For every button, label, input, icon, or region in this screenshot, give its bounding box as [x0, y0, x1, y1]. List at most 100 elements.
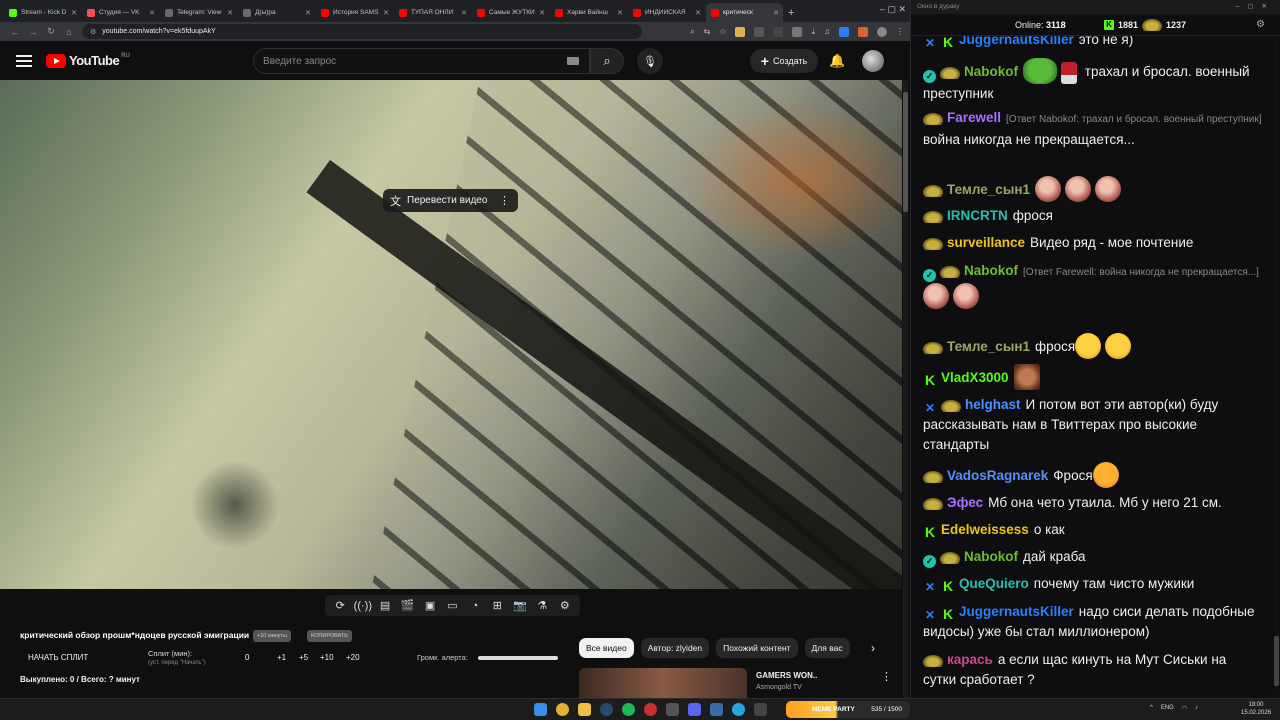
- chat-username[interactable]: Nabokof: [964, 549, 1018, 564]
- chat-scrollbar[interactable]: [1274, 36, 1279, 690]
- chat-username[interactable]: Nabokof: [964, 263, 1018, 278]
- scrollbar-thumb[interactable]: [1274, 636, 1279, 686]
- reload-icon[interactable]: ↻: [42, 26, 60, 37]
- menu-icon[interactable]: ⋮: [896, 27, 904, 36]
- settings-gear-icon[interactable]: ⚙: [556, 599, 574, 612]
- chat-username[interactable]: Эфес: [947, 495, 983, 510]
- telegram-icon[interactable]: [732, 703, 745, 716]
- close-icon[interactable]: ✕: [539, 9, 545, 17]
- translate-video-button[interactable]: 文 Перевести видео ⋮: [383, 189, 518, 212]
- copy-chip[interactable]: КОПИРОВАТЬ: [307, 630, 352, 642]
- download-icon[interactable]: ⤓: [811, 27, 815, 37]
- start-split-button[interactable]: НАЧАТЬ СПЛИТ: [28, 653, 88, 662]
- chat-username[interactable]: Темле_сын1: [947, 339, 1030, 354]
- back-icon[interactable]: ←: [6, 27, 24, 37]
- add-minutes-chip[interactable]: +10 минуты: [253, 630, 291, 642]
- recommended-channel[interactable]: Asmongold TV: [756, 684, 802, 691]
- create-button[interactable]: + Создать: [750, 49, 818, 73]
- translate-page-icon[interactable]: ⇆: [704, 27, 711, 36]
- search-input[interactable]: Введите запрос: [253, 48, 590, 74]
- browser-tab[interactable]: Харви Вайнш ✕: [550, 3, 627, 22]
- close-icon[interactable]: ✕: [149, 9, 155, 17]
- steam-icon[interactable]: [600, 703, 613, 716]
- close-icon[interactable]: ✕: [383, 9, 389, 17]
- chat-username[interactable]: Темле_сын1: [947, 182, 1030, 197]
- close-icon[interactable]: ✕: [227, 9, 233, 17]
- close-icon[interactable]: ✕: [461, 9, 467, 17]
- notifications-bell-icon[interactable]: 🔔: [829, 53, 845, 69]
- media-icon[interactable]: ♫: [824, 27, 830, 36]
- chat-username[interactable]: JuggernautsKiller: [959, 604, 1074, 619]
- subscriptions-icon[interactable]: ▤: [376, 599, 394, 612]
- spotify-icon[interactable]: [622, 703, 635, 716]
- chat-username[interactable]: Farewell: [947, 110, 1001, 125]
- chat-username[interactable]: surveillance: [947, 235, 1025, 250]
- split-option[interactable]: +20: [346, 653, 360, 662]
- youtube-logo[interactable]: YouTube RU: [46, 53, 130, 68]
- browser-tab[interactable]: Студия — VK ✕: [82, 3, 159, 22]
- browser-tab-active[interactable]: критическ ✕: [706, 3, 783, 22]
- chat-username[interactable]: VadosRagnarek: [947, 468, 1048, 483]
- chat-username[interactable]: IRNCRTN: [947, 208, 1008, 223]
- chevron-up-icon[interactable]: ^: [1150, 705, 1153, 712]
- explorer-icon[interactable]: [578, 703, 591, 716]
- scrollbar-thumb[interactable]: [903, 92, 908, 212]
- chat-username[interactable]: helghast: [965, 397, 1021, 412]
- search-button[interactable]: ⌕: [590, 48, 624, 74]
- split-option[interactable]: 0: [245, 653, 249, 662]
- browser-tab[interactable]: Telegram: View ✕: [160, 3, 237, 22]
- video-player[interactable]: 文 Перевести видео ⋮: [0, 80, 902, 589]
- browser-tab[interactable]: Д(ы)ра ✕: [238, 3, 315, 22]
- new-tab-button[interactable]: +: [788, 7, 794, 19]
- chat-username[interactable]: VladX3000: [941, 370, 1009, 385]
- settings-gear-icon[interactable]: ⚙: [1256, 19, 1265, 30]
- chat-username[interactable]: карась: [947, 652, 993, 667]
- profile-icon[interactable]: [877, 26, 887, 37]
- chat-username[interactable]: QueQuiero: [959, 576, 1029, 591]
- windows-start-icon[interactable]: [534, 703, 547, 716]
- chat-username[interactable]: Edelweissess: [941, 522, 1029, 537]
- extension-icon[interactable]: [792, 26, 803, 37]
- browser-tab[interactable]: История SAMS ✕: [316, 3, 393, 22]
- media-player-icon[interactable]: [710, 703, 723, 716]
- split-option[interactable]: +10: [320, 653, 334, 662]
- close-icon[interactable]: ✕: [305, 9, 311, 17]
- flask-icon[interactable]: ⚗: [533, 599, 551, 612]
- voice-search-button[interactable]: 🎙: [637, 48, 663, 74]
- browser-tab[interactable]: Stream - Kick D ✕: [4, 3, 81, 22]
- clock[interactable]: 18:00 15.02.2026: [1241, 701, 1271, 717]
- filter-chip-for-you[interactable]: Для вас: [804, 638, 850, 658]
- more-options-icon[interactable]: ⋮: [881, 670, 892, 683]
- more-options-icon[interactable]: ⋮: [499, 194, 510, 207]
- bookmark-star-icon[interactable]: ☆: [719, 27, 726, 36]
- audio-boost-icon[interactable]: ((·)): [354, 600, 372, 612]
- url-field[interactable]: ⚙ youtube.com/watch?v=ek5fduupAkY: [82, 24, 642, 39]
- site-info-icon[interactable]: ⚙: [90, 28, 96, 36]
- chat-username[interactable]: JuggernautsKiller: [959, 36, 1074, 47]
- extension-icon[interactable]: [754, 26, 765, 37]
- extension-icon[interactable]: [735, 26, 746, 37]
- split-option[interactable]: +5: [299, 653, 308, 662]
- extension-icon[interactable]: [773, 26, 784, 37]
- avatar[interactable]: [862, 50, 884, 72]
- forward-icon[interactable]: →: [24, 27, 42, 37]
- window-controls[interactable]: –▢✕: [1236, 0, 1275, 14]
- app-icon[interactable]: [666, 703, 679, 716]
- page-scrollbar[interactable]: [903, 80, 908, 698]
- keyboard-icon[interactable]: [567, 57, 579, 65]
- browser-tab[interactable]: Самые ЖУТКИ ✕: [472, 3, 549, 22]
- zoom-icon[interactable]: ⌕: [690, 27, 694, 37]
- browser-tab[interactable]: ИНДИЙСКАЯ ✕: [628, 3, 705, 22]
- recommended-title[interactable]: GAMERS WON..: [756, 671, 817, 680]
- filter-chip-related[interactable]: Похожий контент: [716, 638, 798, 658]
- recommended-thumbnail[interactable]: [579, 668, 747, 698]
- volume-icon[interactable]: ♪: [1195, 705, 1198, 712]
- theater-icon[interactable]: ▭: [443, 599, 461, 612]
- app-icon[interactable]: [754, 703, 767, 716]
- chat-username[interactable]: Nabokof: [964, 64, 1018, 79]
- app-icon[interactable]: [644, 703, 657, 716]
- browser-tab[interactable]: ТУПАЯ ОНЛИ ✕: [394, 3, 471, 22]
- extension-icon[interactable]: [839, 26, 849, 37]
- close-icon[interactable]: ✕: [695, 9, 701, 17]
- wifi-icon[interactable]: ◠: [1182, 705, 1187, 712]
